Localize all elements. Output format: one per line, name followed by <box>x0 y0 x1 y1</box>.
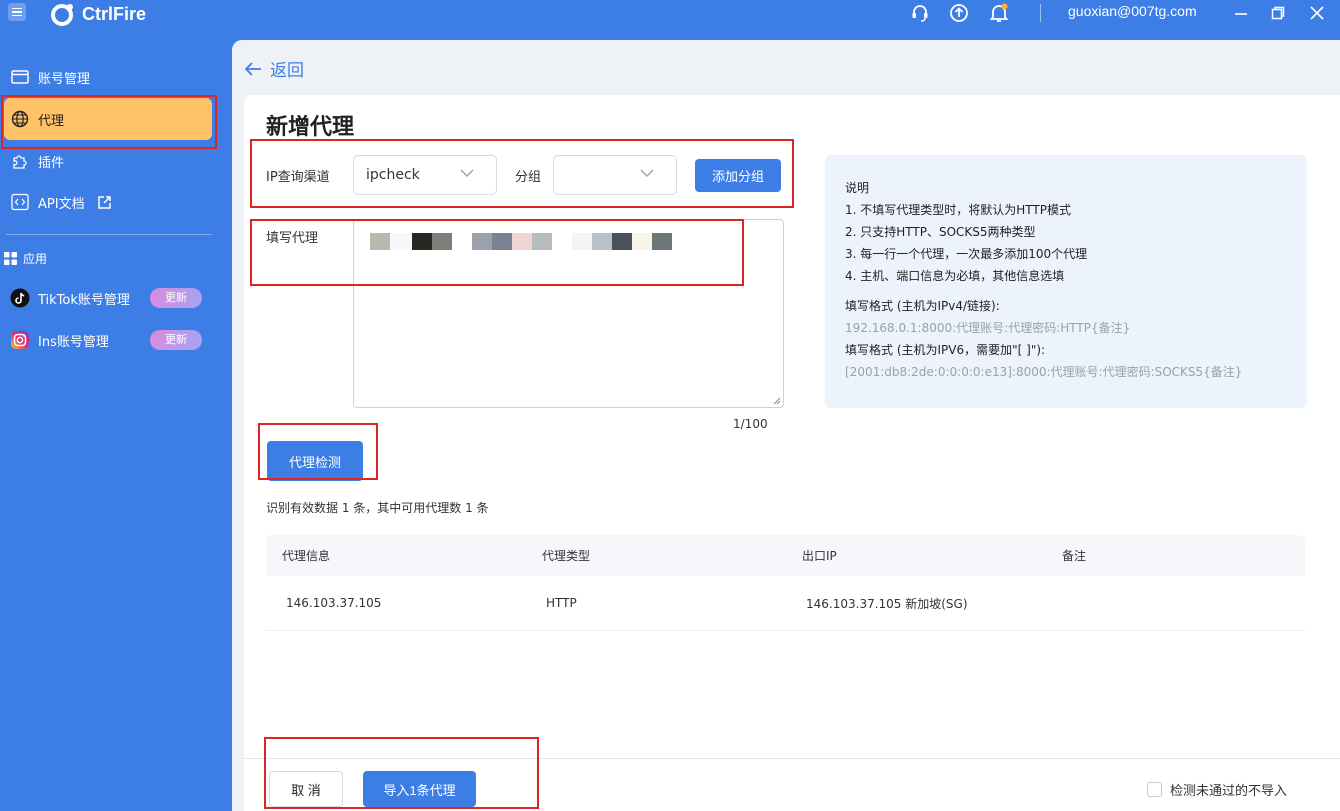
detection-summary: 识别有效数据 1 条，其中可用代理数 1 条 <box>266 501 489 515</box>
sidebar: 账号管理 代理 插件 API文档 应用 TikTok账号管理 更新 Ins账号管… <box>0 40 232 811</box>
proxy-type-cell: HTTP <box>546 596 577 610</box>
skip-failed-checkbox[interactable] <box>1147 782 1162 797</box>
back-label: 返回 <box>270 61 304 81</box>
skip-failed-label: 检测未通过的不导入 <box>1170 784 1288 799</box>
back-button[interactable]: 返回 <box>244 56 304 81</box>
group-label: 分组 <box>515 170 542 185</box>
page-title: 新增代理 <box>266 115 355 140</box>
resize-handle-icon[interactable] <box>773 397 781 405</box>
arrow-left-icon <box>244 61 261 76</box>
instructions-heading: 说明 <box>845 181 870 195</box>
menu-icon[interactable] <box>8 3 26 21</box>
instruction-line: 2. 只支持HTTP、SOCKS5两种类型 <box>845 225 1036 239</box>
format-ipv4-example: 192.168.0.1:8000:代理账号:代理密码:HTTP{备注} <box>845 321 1131 335</box>
format-ipv4-label: 填写格式 (主机为IPv4/链接): <box>845 299 1000 313</box>
ip-channel-select[interactable]: ipcheck <box>353 155 497 195</box>
table-header: 代理信息 代理类型 出口IP 备注 <box>266 535 1305 576</box>
check-proxy-button[interactable]: 代理检测 <box>267 441 363 481</box>
proxy-textarea[interactable] <box>353 219 784 408</box>
sidebar-item-api-docs[interactable]: API文档 <box>4 181 212 223</box>
exit-ip-cell: 146.103.37.105 新加坡(SG) <box>806 596 968 611</box>
form-footer: 取 消 导入1条代理 检测未通过的不导入 <box>244 758 1340 811</box>
main-content: 返回 新增代理 IP查询渠道 ipcheck 分组 添加分组 填写代理 1/10… <box>232 40 1340 811</box>
puzzle-icon <box>10 151 30 171</box>
instruction-line: 3. 每一行一个代理，一次最多添加100个代理 <box>845 247 1088 261</box>
chevron-down-icon <box>640 169 654 177</box>
update-badge: 更新 <box>150 330 202 350</box>
headset-icon[interactable] <box>909 2 931 24</box>
code-icon <box>10 192 30 212</box>
instructions-panel: 说明 1. 不填写代理类型时，将默认为HTTP模式 2. 只支持HTTP、SOC… <box>825 155 1307 408</box>
instruction-line: 4. 主机、端口信息为必填，其他信息选填 <box>845 269 1065 283</box>
restore-icon[interactable] <box>1267 2 1289 24</box>
table-row: 146.103.37.105 HTTP 146.103.37.105 新加坡(S… <box>266 576 1305 631</box>
proxy-counter: 1/100 <box>733 417 768 431</box>
bell-icon[interactable] <box>988 2 1010 24</box>
update-badge: 更新 <box>150 288 202 308</box>
browser-window-icon <box>10 67 30 87</box>
app-logo: CtrlFire <box>48 2 146 26</box>
cancel-button[interactable]: 取 消 <box>269 771 343 807</box>
toolbar-divider <box>1040 4 1041 22</box>
sidebar-item-tiktok[interactable]: TikTok账号管理 更新 <box>4 277 212 319</box>
sidebar-item-label: 账号管理 <box>38 71 91 87</box>
sidebar-item-proxy[interactable]: 代理 <box>4 98 212 140</box>
ctrlfire-logo-icon <box>51 4 73 26</box>
sidebar-divider <box>6 234 212 235</box>
chevron-down-icon <box>460 169 474 177</box>
form-card: 新增代理 IP查询渠道 ipcheck 分组 添加分组 填写代理 1/100 代… <box>244 95 1340 811</box>
sidebar-item-label: Ins账号管理 <box>38 334 109 350</box>
sidebar-item-label: 插件 <box>38 155 65 171</box>
sidebar-item-accounts[interactable]: 账号管理 <box>4 56 212 98</box>
sidebar-item-label: 代理 <box>38 113 65 129</box>
column-header: 备注 <box>1062 549 1087 563</box>
tiktok-icon <box>10 288 30 308</box>
sidebar-item-label: API文档 <box>38 196 85 212</box>
column-header: 代理类型 <box>542 549 591 563</box>
proxy-input-label: 填写代理 <box>266 231 319 246</box>
result-table: 代理信息 代理类型 出口IP 备注 146.103.37.105 HTTP 14… <box>266 535 1305 631</box>
instruction-line: 1. 不填写代理类型时，将默认为HTTP模式 <box>845 203 1071 217</box>
minimize-icon[interactable] <box>1230 2 1252 24</box>
grid-icon <box>4 252 17 265</box>
ip-channel-label: IP查询渠道 <box>266 170 330 185</box>
app-name: CtrlFire <box>82 3 147 24</box>
instagram-icon <box>10 330 30 350</box>
format-ipv6-label: 填写格式 (主机为IPV6，需要加"[ ]"): <box>845 343 1046 357</box>
apps-section-label: 应用 <box>4 250 47 267</box>
user-email[interactable]: guoxian@007tg.com <box>1068 3 1197 19</box>
sidebar-item-instagram[interactable]: Ins账号管理 更新 <box>4 319 212 361</box>
column-header: 代理信息 <box>282 549 331 563</box>
close-icon[interactable] <box>1306 2 1328 24</box>
title-bar: CtrlFire guoxian@007tg.com <box>0 0 1340 40</box>
sidebar-item-plugins[interactable]: 插件 <box>4 140 212 182</box>
ip-channel-value: ipcheck <box>366 167 420 183</box>
globe-icon <box>10 109 30 129</box>
format-ipv6-example: [2001:db8:2de:0:0:0:0:e13]:8000:代理账号:代理密… <box>845 365 1243 379</box>
upload-icon[interactable] <box>948 2 970 24</box>
skip-failed-option[interactable]: 检测未通过的不导入 <box>1147 780 1287 799</box>
external-link-icon <box>97 195 112 210</box>
group-select[interactable] <box>553 155 677 195</box>
import-proxy-button[interactable]: 导入1条代理 <box>363 771 476 807</box>
add-group-button[interactable]: 添加分组 <box>695 159 781 192</box>
proxy-info-cell: 146.103.37.105 <box>286 596 382 610</box>
column-header: 出口IP <box>802 549 837 563</box>
sidebar-item-label: TikTok账号管理 <box>38 292 130 308</box>
